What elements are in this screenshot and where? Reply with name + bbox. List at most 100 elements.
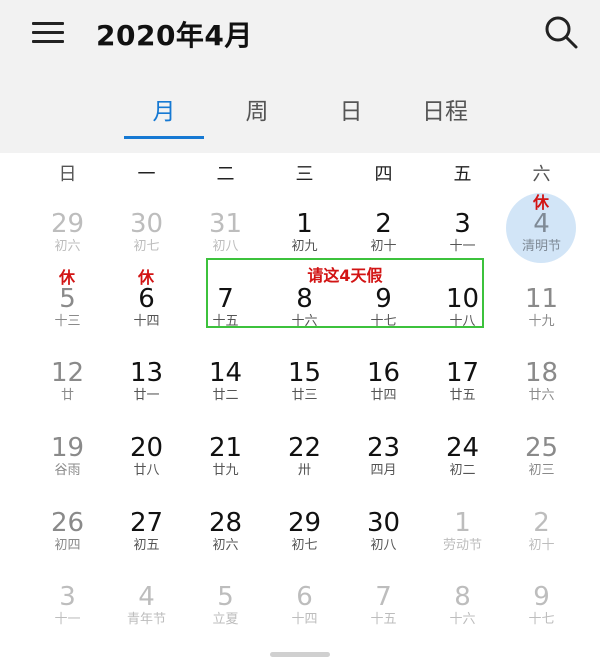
day-number: 8: [454, 582, 471, 612]
calendar-day[interactable]: 2 初十: [502, 504, 581, 578]
day-number: 11: [524, 284, 559, 314]
rest-day-badge: 休: [58, 268, 75, 287]
calendar-day[interactable]: 28 初六: [186, 504, 265, 578]
lunar-date: 谷雨: [54, 463, 81, 478]
lunar-date: 初四: [54, 538, 81, 553]
day-number: 27: [129, 508, 164, 538]
calendar-day[interactable]: 17 廿五: [423, 354, 502, 428]
day-number: 12: [50, 358, 85, 388]
calendar-day[interactable]: 5 立夏: [186, 578, 265, 652]
calendar-day-today[interactable]: 4 清明节: [502, 193, 581, 279]
calendar-day[interactable]: 15 廿三: [265, 354, 344, 428]
calendar-day[interactable]: 9 十七: [502, 578, 581, 652]
lunar-date: 廿二: [212, 388, 239, 403]
day-number: 25: [524, 433, 559, 463]
day-number: 30: [129, 209, 164, 239]
lunar-date: 廿四: [370, 388, 397, 403]
lunar-date: 初六: [212, 538, 239, 553]
tab-week[interactable]: 周: [217, 92, 297, 140]
calendar-day[interactable]: 7 十五: [344, 578, 423, 652]
day-number: 23: [366, 433, 401, 463]
day-number: 15: [287, 358, 322, 388]
day-number: 18: [524, 358, 559, 388]
day-number: 20: [129, 433, 164, 463]
lunar-date: 青年节: [126, 612, 166, 627]
day-number: 24: [445, 433, 480, 463]
hamburger-menu-icon[interactable]: [32, 22, 64, 44]
page-title: 2020年4月: [96, 19, 253, 52]
lunar-date: 十一: [449, 239, 476, 254]
search-icon[interactable]: [543, 14, 579, 50]
lunar-date: 廿六: [528, 388, 555, 403]
calendar-day[interactable]: 4 青年节: [107, 578, 186, 652]
calendar-day[interactable]: 8 十六: [423, 578, 502, 652]
tab-schedule[interactable]: 日程: [405, 92, 485, 140]
day-number: 21: [208, 433, 243, 463]
day-number: 17: [445, 358, 480, 388]
day-number: 6: [138, 284, 155, 314]
calendar-day[interactable]: 21 廿九: [186, 429, 265, 503]
day-number: 2: [375, 209, 392, 239]
lunar-date: 立夏: [212, 612, 239, 627]
day-number: 2: [533, 508, 550, 538]
lunar-date: 十三: [54, 314, 81, 329]
weekday-thu: 四: [374, 164, 393, 185]
view-tabs: 月 周 日 日程: [0, 92, 600, 140]
day-number: 4: [138, 582, 155, 612]
calendar-day[interactable]: 11 十九: [502, 280, 581, 354]
lunar-date: 廿一: [133, 388, 160, 403]
lunar-date: 初十: [370, 239, 397, 254]
tab-day[interactable]: 日: [311, 92, 391, 140]
day-number: 29: [50, 209, 85, 239]
day-number: 30: [366, 508, 401, 538]
lunar-date: 卅: [297, 463, 311, 478]
lunar-date: 廿: [60, 388, 74, 403]
calendar-day[interactable]: 26 初四: [28, 504, 107, 578]
calendar-day[interactable]: 25 初三: [502, 429, 581, 503]
lunar-date: 廿九: [212, 463, 239, 478]
calendar-day[interactable]: 23 四月: [344, 429, 423, 503]
lunar-date: 十九: [528, 314, 555, 329]
day-number: 19: [50, 433, 85, 463]
lunar-date: 初九: [291, 239, 318, 254]
lunar-date: 廿五: [449, 388, 476, 403]
calendar-day[interactable]: 6 十四: [107, 280, 186, 354]
lunar-date: 初八: [212, 239, 239, 254]
calendar-day[interactable]: 18 廿六: [502, 354, 581, 428]
rest-day-badge: 休: [137, 268, 154, 287]
calendar-day[interactable]: 1 劳动节: [423, 504, 502, 578]
lunar-date: 初七: [133, 239, 160, 254]
calendar-day[interactable]: 14 廿二: [186, 354, 265, 428]
calendar-day[interactable]: 19 谷雨: [28, 429, 107, 503]
calendar-day[interactable]: 6 十四: [265, 578, 344, 652]
calendar-day[interactable]: 24 初二: [423, 429, 502, 503]
lunar-date: 十一: [54, 612, 81, 627]
calendar-day[interactable]: 22 卅: [265, 429, 344, 503]
day-number: 7: [375, 582, 392, 612]
day-number: 22: [287, 433, 322, 463]
calendar-day[interactable]: 5 十三: [28, 280, 107, 354]
calendar-day[interactable]: 16 廿四: [344, 354, 423, 428]
lunar-date: 十五: [370, 612, 397, 627]
day-number: 6: [296, 582, 313, 612]
day-number: 5: [217, 582, 234, 612]
tab-month[interactable]: 月: [124, 92, 204, 140]
lunar-date: 十六: [449, 612, 476, 627]
calendar-day[interactable]: 20 廿八: [107, 429, 186, 503]
lunar-date: 初六: [54, 239, 81, 254]
lunar-date: 廿八: [133, 463, 160, 478]
calendar-day[interactable]: 29 初七: [265, 504, 344, 578]
weekday-fri: 五: [453, 164, 472, 185]
weekday-mon: 一: [137, 164, 156, 185]
day-number: 29: [287, 508, 322, 538]
calendar-day[interactable]: 12 廿: [28, 354, 107, 428]
day-number: 9: [533, 582, 550, 612]
day-number: 31: [208, 209, 243, 239]
calendar-day[interactable]: 13 廿一: [107, 354, 186, 428]
calendar-day[interactable]: 27 初五: [107, 504, 186, 578]
calendar-day[interactable]: 3 十一: [28, 578, 107, 652]
day-number: 1: [454, 508, 471, 538]
lunar-date: 初三: [528, 463, 555, 478]
calendar-day[interactable]: 30 初八: [344, 504, 423, 578]
leave-days-annotation: 请这4天假: [307, 266, 383, 285]
